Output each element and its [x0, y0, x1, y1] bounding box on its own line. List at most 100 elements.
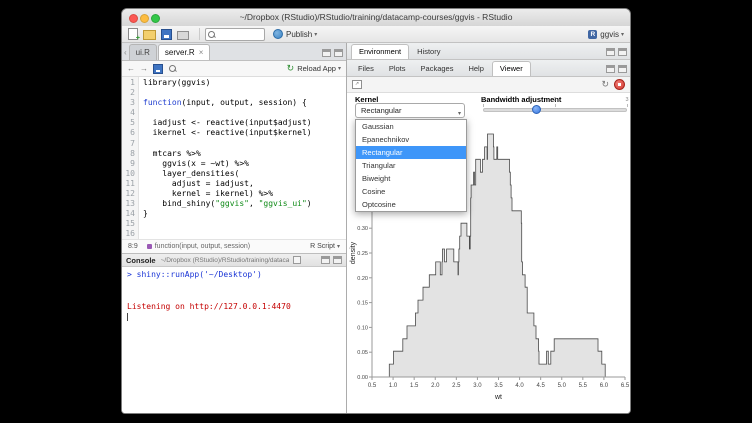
x-tick-label: 2.0 — [431, 383, 440, 389]
kernel-option-biweight[interactable]: Biweight — [356, 172, 466, 185]
code-line[interactable]: mtcars %>% — [143, 149, 346, 159]
x-tick-label: 4.0 — [515, 383, 524, 389]
minimize-pane-icon[interactable] — [322, 49, 331, 57]
environment-tabbar: EnvironmentHistory — [347, 43, 630, 60]
new-file-icon[interactable]: + — [128, 28, 138, 40]
code-line[interactable]: bind_shiny("ggvis", "ggvis_ui") — [143, 199, 346, 209]
slider-track[interactable] — [483, 108, 627, 112]
code-line[interactable]: iadjust <- reactive(input$adjust) — [143, 118, 346, 128]
tab-environment[interactable]: Environment — [351, 44, 409, 59]
code-line[interactable]: } — [143, 209, 346, 219]
maximize-pane-icon[interactable] — [334, 49, 343, 57]
viewer-toolbar: ↗ ↻ — [347, 77, 630, 93]
kernel-option-epanechnikov[interactable]: Epanechnikov — [356, 133, 466, 146]
tab-viewer[interactable]: Viewer — [492, 61, 531, 76]
minimize-pane-icon[interactable] — [606, 48, 615, 56]
code-line[interactable] — [143, 229, 346, 239]
source-tab-ui-r[interactable]: ui.R — [129, 44, 157, 60]
line-number: 15 — [122, 219, 135, 229]
files-tabbar: FilesPlotsPackagesHelpViewer — [347, 60, 630, 77]
maximize-pane-icon[interactable] — [618, 65, 627, 73]
tab-files[interactable]: Files — [351, 62, 381, 76]
save-icon[interactable] — [153, 64, 163, 74]
viewer-content: Kernel Rectangular ▾ GaussianEpanechniko… — [347, 93, 630, 413]
code-line[interactable]: kernel = ikernel) %>% — [143, 189, 346, 199]
code-line[interactable] — [143, 108, 346, 118]
tab-help[interactable]: Help — [461, 62, 490, 76]
code-line[interactable]: ikernel <- reactive(input$kernel) — [143, 128, 346, 138]
reload-app-button[interactable]: ↻ Reload App ▾ — [287, 63, 341, 74]
editor-code[interactable]: library(ggvis) function(input, output, s… — [139, 77, 346, 239]
code-line[interactable]: library(ggvis) — [143, 78, 346, 88]
console-tab[interactable]: Console — [126, 256, 156, 265]
publish-button[interactable]: Publish ▾ — [273, 29, 317, 39]
open-in-new-window-icon[interactable] — [293, 256, 301, 264]
goto-file-search[interactable] — [205, 28, 265, 41]
x-tick-label: 1.0 — [389, 383, 398, 389]
line-number: 2 — [122, 88, 135, 98]
code-line[interactable] — [143, 219, 346, 229]
minimize-pane-icon[interactable] — [606, 65, 615, 73]
right-column: EnvironmentHistory FilesPlotsPackagesHel… — [347, 43, 630, 413]
tab-plots[interactable]: Plots — [382, 62, 413, 76]
stop-app-icon[interactable] — [614, 79, 625, 90]
project-menu[interactable]: R ggvis ▾ — [588, 30, 624, 39]
y-tick-label: 0.10 — [357, 325, 368, 331]
forward-icon[interactable]: → — [140, 64, 148, 73]
code-editor[interactable]: 12345678910111213141516 library(ggvis) f… — [122, 77, 346, 239]
tab-history[interactable]: History — [410, 45, 447, 59]
open-folder-icon[interactable] — [143, 30, 156, 40]
code-line[interactable]: layer_densities( — [143, 169, 346, 179]
doc-type-menu[interactable]: R Script ▾ — [310, 243, 340, 250]
code-line[interactable] — [143, 88, 346, 98]
kernel-select[interactable]: Rectangular ▾ — [355, 103, 465, 118]
x-tick-label: 1.5 — [410, 383, 419, 389]
y-tick-label: 0.05 — [357, 350, 368, 356]
close-icon[interactable]: × — [199, 48, 204, 57]
line-number: 11 — [122, 179, 135, 189]
open-in-browser-icon[interactable]: ↗ — [352, 80, 362, 89]
function-scope-icon — [147, 244, 152, 249]
editor-statusbar: 8:9 function(input, output, session) R S… — [122, 239, 346, 253]
y-axis-title: density — [350, 241, 357, 264]
line-number: 14 — [122, 209, 135, 219]
maximize-pane-icon[interactable] — [333, 256, 342, 264]
tab-packages[interactable]: Packages — [414, 62, 461, 76]
maximize-pane-icon[interactable] — [618, 48, 627, 56]
find-icon[interactable] — [169, 65, 176, 72]
kernel-option-triangular[interactable]: Triangular — [356, 159, 466, 172]
code-line[interactable] — [143, 139, 346, 149]
console-line — [127, 291, 341, 302]
bandwidth-slider[interactable]: 123 — [481, 95, 629, 121]
slider-tick-label: 3 — [625, 97, 628, 103]
line-number: 5 — [122, 118, 135, 128]
back-icon[interactable]: ← — [127, 64, 135, 73]
refresh-icon[interactable]: ↻ — [601, 79, 609, 90]
publish-icon — [273, 29, 283, 39]
kernel-option-gaussian[interactable]: Gaussian — [356, 120, 466, 133]
toolbar-divider — [199, 28, 200, 40]
code-line[interactable]: ggvis(x = ~wt) %>% — [143, 159, 346, 169]
minimize-pane-icon[interactable] — [321, 256, 330, 264]
x-tick-label: 5.5 — [579, 383, 588, 389]
source-tab-server-r[interactable]: server.R× — [158, 44, 210, 60]
console-line: Listening on http://127.0.0.1:4470 — [127, 302, 341, 313]
chevron-left-icon[interactable]: ‹ — [124, 48, 127, 57]
console-output[interactable]: > shiny::runApp('~/Desktop') Listening o… — [122, 267, 346, 413]
kernel-dropdown-menu: GaussianEpanechnikovRectangularTriangula… — [355, 119, 467, 212]
kernel-option-optcosine[interactable]: Optcosine — [356, 198, 466, 211]
scope-indicator[interactable]: function(input, output, session) — [147, 243, 250, 250]
code-line[interactable]: adjust = iadjust, — [143, 179, 346, 189]
print-icon[interactable] — [177, 31, 189, 40]
line-number: 4 — [122, 108, 135, 118]
code-line[interactable]: function(input, output, session) { — [143, 98, 346, 108]
screen-background: ~/Dropbox (RStudio)/RStudio/training/dat… — [0, 0, 752, 423]
window-titlebar[interactable]: ~/Dropbox (RStudio)/RStudio/training/dat… — [122, 9, 630, 27]
left-column: ‹ ui.Rserver.R× ← → ↻ — [122, 43, 347, 413]
kernel-option-rectangular[interactable]: Rectangular — [356, 146, 466, 159]
line-number: 8 — [122, 149, 135, 159]
kernel-option-cosine[interactable]: Cosine — [356, 185, 466, 198]
slider-tick-mark — [555, 104, 556, 107]
slider-handle[interactable] — [532, 105, 541, 114]
save-icon[interactable] — [161, 29, 172, 40]
